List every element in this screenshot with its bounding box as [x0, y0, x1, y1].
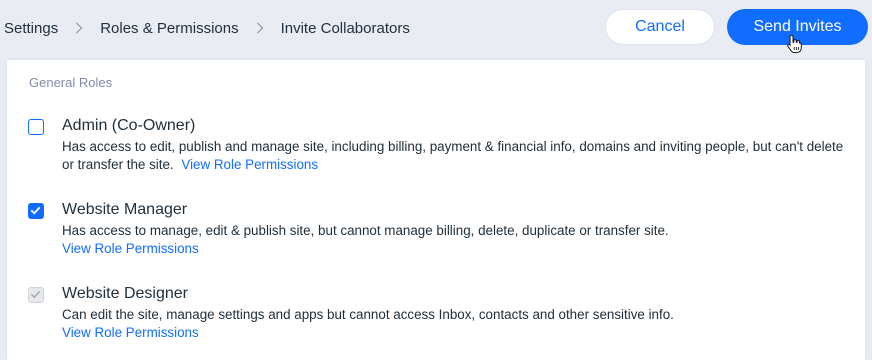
send-invites-button[interactable]: Send Invites: [727, 9, 868, 45]
breadcrumb-item-settings[interactable]: Settings: [4, 20, 58, 37]
role-description-text: Has access to manage, edit & publish sit…: [62, 223, 669, 238]
checkmark-icon: [31, 291, 40, 298]
role-description-text: Can edit the site, manage settings and a…: [62, 307, 674, 322]
top-bar: Settings Roles & Permissions Invite Coll…: [0, 0, 872, 58]
website-manager-checkbox[interactable]: [28, 203, 44, 219]
view-role-permissions-link[interactable]: View Role Permissions: [181, 157, 318, 172]
admin-checkbox[interactable]: [28, 119, 44, 135]
role-title: Website Designer: [62, 285, 188, 302]
role-description-text: Has access to edit, publish and manage s…: [62, 139, 844, 172]
role-description: Has access to edit, publish and manage s…: [62, 138, 852, 174]
view-role-permissions-link[interactable]: View Role Permissions: [62, 240, 852, 258]
role-description: Has access to manage, edit & publish sit…: [62, 222, 852, 258]
role-title: Admin (Co-Owner): [62, 117, 196, 134]
website-designer-checkbox: [28, 287, 44, 303]
role-description: Can edit the site, manage settings and a…: [62, 306, 852, 342]
role-title: Website Manager: [62, 201, 188, 218]
section-title: General Roles: [29, 75, 113, 90]
roles-card: General Roles Admin (Co-Owner) Has acces…: [7, 60, 865, 360]
chevron-right-icon: [58, 18, 100, 38]
breadcrumb-item-invite-collaborators: Invite Collaborators: [280, 19, 410, 37]
breadcrumb: Settings Roles & Permissions Invite Coll…: [4, 0, 410, 56]
view-role-permissions-link[interactable]: View Role Permissions: [62, 324, 852, 342]
cancel-button[interactable]: Cancel: [605, 9, 715, 45]
checkmark-icon: [30, 207, 41, 215]
chevron-right-icon: [239, 18, 281, 38]
breadcrumb-item-roles-permissions[interactable]: Roles & Permissions: [100, 20, 238, 37]
